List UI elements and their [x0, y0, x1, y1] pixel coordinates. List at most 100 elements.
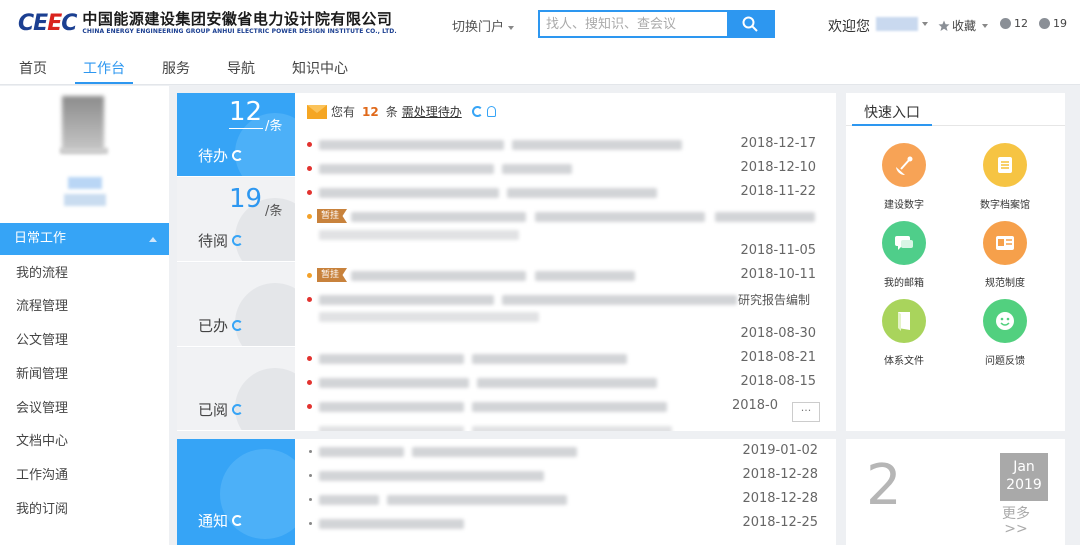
- quick-item-feedback[interactable]: 问题反馈: [965, 299, 1045, 367]
- notice-list-panel: 2019-01-02 2018-12-28 2018-12-28 2018-12…: [295, 439, 836, 545]
- item-date: 2018-08-30: [740, 326, 816, 341]
- quick-item-regulations[interactable]: 规范制度: [965, 221, 1045, 289]
- refresh-icon[interactable]: [232, 235, 244, 246]
- eye-circle-icon: [1039, 18, 1050, 29]
- search-icon: [742, 16, 758, 32]
- calendar-more-link[interactable]: 更多 >>: [1002, 507, 1030, 537]
- list-item[interactable]: 研究报告编制: [307, 291, 822, 331]
- portal-switch-dropdown[interactable]: 切换门户: [452, 16, 515, 35]
- company-logo[interactable]: CEEC 中国能源建设集团安徽省电力设计院有限公司 CHINA ENERGY E…: [18, 11, 397, 36]
- item-date: 2018-08-21: [740, 350, 816, 365]
- list-item[interactable]: 暂挂 2018-10-11: [307, 267, 822, 285]
- sidebar-item-work-communication[interactable]: 工作沟通: [16, 464, 68, 483]
- tab-done-label: 已办: [198, 317, 229, 335]
- calendar-widget: 2 Jan 2019 更多 >>: [846, 439, 1065, 545]
- tab-read[interactable]: 已阅: [177, 348, 295, 431]
- list-item[interactable]: 2018-12-28: [309, 467, 828, 485]
- quick-access-panel: 快速入口 建设数字 数字档案馆 我的邮箱 规范制度 体系文件 问题反馈: [846, 93, 1065, 431]
- item-date: 2018-11-22: [740, 184, 816, 199]
- item-date: 2018-12-10: [740, 160, 816, 175]
- refresh-icon[interactable]: [232, 320, 244, 331]
- archive-icon: [983, 143, 1027, 187]
- chevron-up-icon: [149, 237, 157, 242]
- list-item[interactable]: 2018-12-25: [309, 515, 828, 533]
- list-item[interactable]: 2018-12-10: [307, 160, 822, 178]
- star-icon: [938, 20, 950, 31]
- tab-done[interactable]: 已办: [177, 263, 295, 347]
- refresh-icon[interactable]: [232, 515, 244, 526]
- list-item-date-row: 2018-08-30: [307, 326, 822, 344]
- quick-item-label: 体系文件: [884, 356, 924, 367]
- user-icon[interactable]: [486, 106, 496, 117]
- chevron-down-icon: [982, 23, 989, 28]
- username[interactable]: [876, 17, 918, 31]
- nav-services[interactable]: 服务: [162, 58, 190, 78]
- list-item[interactable]: 2018-12-28: [309, 491, 828, 509]
- user-department-link[interactable]: [64, 194, 106, 206]
- quick-item-label: 我的邮箱: [884, 278, 924, 289]
- quick-item-digital-archive[interactable]: 数字档案馆: [965, 143, 1045, 211]
- todo-counter[interactable]: 12: [1000, 17, 1028, 30]
- nav-navigation[interactable]: 导航: [227, 58, 255, 78]
- todo-summary-middle: 条: [385, 105, 398, 119]
- smiley-face-icon: [983, 299, 1027, 343]
- sidebar-section-daily-work[interactable]: 日常工作: [0, 223, 169, 255]
- tab-watermark-icon: [235, 368, 295, 430]
- sidebar-item-my-workflow[interactable]: 我的流程: [16, 262, 68, 281]
- calendar-year: 2019: [1006, 477, 1042, 493]
- list-item-date-row: 2018-11-05: [307, 243, 822, 261]
- list-item[interactable]: 暂挂: [307, 208, 822, 248]
- sidebar-item-meeting-management[interactable]: 会议管理: [16, 397, 68, 416]
- list-item[interactable]: 2018-12-17: [307, 136, 822, 154]
- read-counter[interactable]: 19: [1039, 17, 1067, 30]
- list-item[interactable]: 2018-08-21: [307, 350, 822, 368]
- sidebar-item-news-management[interactable]: 新闻管理: [16, 363, 68, 382]
- toread-unit: /条: [265, 204, 283, 219]
- id-card-icon: [983, 221, 1027, 265]
- item-date: 2018-08-15: [740, 374, 816, 389]
- satellite-dish-icon: [882, 143, 926, 187]
- check-circle-icon: [1000, 18, 1011, 29]
- search-box: [538, 10, 775, 38]
- calendar-day: 2: [866, 453, 902, 518]
- item-date: 2018-12-25: [742, 515, 818, 530]
- sidebar-item-document-management[interactable]: 公文管理: [16, 329, 68, 348]
- more-button[interactable]: ···: [792, 402, 820, 422]
- list-item[interactable]: 2018-08-15: [307, 374, 822, 392]
- todo-unit: /条: [265, 119, 283, 134]
- user-name-link[interactable]: [68, 177, 102, 189]
- favorites-menu[interactable]: 收藏: [938, 17, 989, 34]
- sidebar-item-workflow-management[interactable]: 流程管理: [16, 295, 68, 314]
- sidebar-item-my-subscriptions[interactable]: 我的订阅: [16, 498, 68, 517]
- more-arrow: >>: [1004, 521, 1028, 537]
- refresh-icon[interactable]: [232, 404, 244, 415]
- quick-item-my-mailbox[interactable]: 我的邮箱: [864, 221, 944, 289]
- item-date: 2018-0: [731, 398, 778, 413]
- tab-toread[interactable]: 19 /条 待阅: [177, 178, 295, 262]
- avatar[interactable]: [62, 96, 104, 152]
- tab-todo[interactable]: 12 /条 待办: [177, 93, 295, 177]
- list-item[interactable]: 2019-01-02: [309, 443, 828, 461]
- search-button[interactable]: [727, 12, 773, 36]
- logo-english-name: CHINA ENERGY ENGINEERING GROUP ANHUI ELE…: [82, 28, 397, 35]
- pending-todo-link[interactable]: 需处理待办: [402, 103, 462, 120]
- sidebar-item-document-center[interactable]: 文档中心: [16, 430, 68, 449]
- list-item[interactable]: 2018-0: [307, 398, 822, 416]
- search-input[interactable]: [540, 12, 727, 36]
- quick-item-system-documents[interactable]: 体系文件: [864, 299, 944, 367]
- tab-read-label: 已阅: [198, 401, 229, 419]
- quick-item-label: 规范制度: [985, 278, 1025, 289]
- user-menu-chevron-icon[interactable]: [922, 22, 928, 26]
- todo-count: 12: [229, 97, 263, 127]
- list-item[interactable]: 2018-11-22: [307, 184, 822, 202]
- nav-home[interactable]: 首页: [19, 58, 47, 78]
- item-date: 2018-12-28: [742, 491, 818, 506]
- nav-workbench[interactable]: 工作台: [83, 58, 125, 78]
- quick-item-construction-digital[interactable]: 建设数字: [864, 143, 944, 211]
- logo-chinese-name: 中国能源建设集团安徽省电力设计院有限公司: [82, 10, 393, 28]
- tab-notice[interactable]: 通知: [177, 439, 295, 545]
- item-date: 2018-12-17: [740, 136, 816, 151]
- refresh-icon[interactable]: [471, 106, 483, 117]
- nav-knowledge-center[interactable]: 知识中心: [292, 58, 348, 78]
- refresh-icon[interactable]: [232, 150, 244, 161]
